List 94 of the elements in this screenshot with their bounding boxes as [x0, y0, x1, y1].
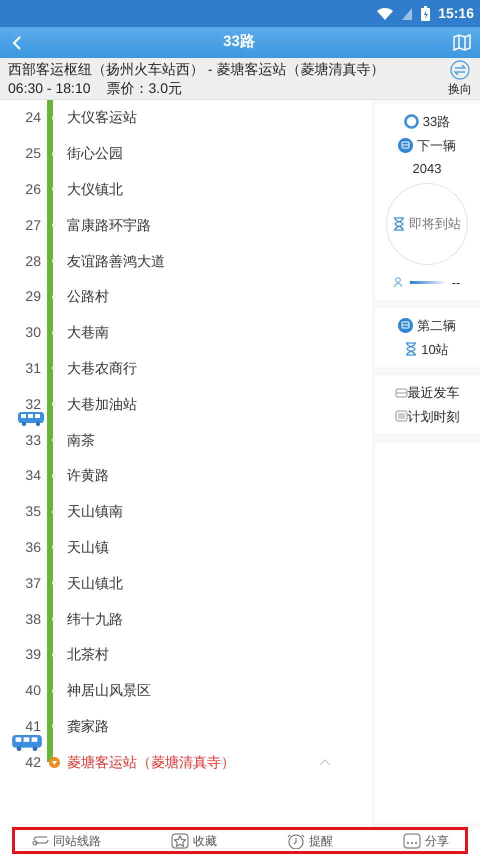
stop-name[interactable]: 纬十九路 [67, 608, 123, 630]
stop-name[interactable]: 街心公园 [67, 143, 123, 164]
stop-number: 42 [24, 752, 41, 772]
stop-dot [52, 402, 56, 406]
bus-plate: 2043 [412, 160, 442, 178]
stop-number: 28 [24, 252, 41, 271]
more-icon [403, 832, 421, 848]
side-link[interactable]: 最近发车 [394, 383, 460, 402]
stop-name[interactable]: 神居山风景区 [67, 680, 151, 702]
star-icon [171, 832, 189, 848]
stop-number: 35 [24, 502, 41, 522]
stop-number: 26 [24, 180, 41, 199]
battery-icon [421, 6, 430, 21]
status-time: 15:16 [438, 4, 474, 23]
stop-dot [52, 294, 56, 299]
clock-icon [287, 832, 305, 848]
stop-dot [52, 187, 56, 192]
stop-number: 25 [24, 144, 41, 164]
stop-number: 29 [24, 287, 41, 306]
swap-icon [450, 60, 470, 80]
crowd-value: -- [452, 274, 460, 292]
stop-number: 41 [24, 716, 41, 736]
stop-number: 27 [24, 216, 41, 235]
stop-dot [52, 223, 56, 228]
route-name: 西部客运枢纽（扬州火车站西） - 菱塘客运站（菱塘清真寺） [8, 60, 386, 78]
screen-title: 33路 [222, 32, 256, 52]
crowd-bar [410, 280, 444, 284]
stop-name[interactable]: 北茶村 [67, 644, 109, 666]
stop-dot [52, 724, 56, 728]
toolbar-button[interactable]: 提醒 [287, 832, 333, 850]
second-bus-label: 第二辆 [417, 317, 456, 335]
stop-name[interactable]: 大仪镇北 [67, 178, 123, 200]
stop-name[interactable]: 富康路环宇路 [67, 214, 151, 236]
hourglass-icon [393, 216, 405, 230]
stop-name[interactable]: 南茶 [67, 430, 95, 451]
stop-name[interactable]: 大巷南 [67, 322, 109, 344]
stop-number: 33 [24, 430, 41, 450]
stop-dot [52, 617, 56, 622]
list-icon [394, 410, 408, 422]
stop-dot [52, 330, 56, 335]
person-icon [394, 277, 402, 288]
stops-away: 10站 [421, 340, 449, 358]
bus-badge-icon [398, 138, 413, 153]
stop-dot [52, 116, 56, 120]
stop-number: 31 [24, 358, 41, 378]
stop-name[interactable]: 大巷加油站 [67, 394, 137, 415]
stop-dot [52, 688, 56, 693]
bus-icon [394, 386, 408, 399]
route-label: 33路 [422, 113, 450, 131]
stop-dot [52, 438, 56, 442]
wifi-icon [377, 6, 394, 20]
caret-up-icon [319, 758, 331, 766]
stop-name[interactable]: 天山镇北 [67, 572, 123, 594]
stop-dot [52, 510, 56, 514]
stop-dot [52, 152, 56, 156]
stop-dot [52, 259, 56, 264]
stop-number: 34 [24, 466, 41, 486]
stop-number: 37 [24, 574, 41, 593]
arrival-status: 即将到站 [409, 214, 461, 233]
stop-name[interactable]: 公路村 [67, 286, 109, 308]
signal-icon [401, 6, 414, 20]
stop-dot [52, 545, 56, 550]
stop-number: 24 [24, 108, 41, 128]
stop-number: 39 [24, 645, 41, 664]
map-icon[interactable] [452, 32, 472, 52]
stop-number: 36 [24, 538, 41, 557]
stop-dot [52, 474, 56, 478]
stop-dot [52, 581, 56, 586]
toolbar-button[interactable]: 收藏 [171, 832, 217, 850]
ring-icon [404, 114, 419, 130]
stop-number: 38 [24, 610, 41, 629]
stop-name[interactable]: 友谊路善鸿大道 [67, 250, 165, 272]
bus-badge-icon [398, 318, 413, 334]
terminal-marker-icon [48, 756, 60, 768]
toolbar-button[interactable]: 分享 [403, 832, 449, 850]
stop-name[interactable]: 天山镇 [67, 536, 109, 558]
reverse-button[interactable]: 换向 [448, 60, 472, 98]
next-bus-label: 下一辆 [417, 136, 456, 154]
stop-dot [52, 366, 56, 370]
stop-name[interactable]: 菱塘客运站（菱塘清真寺） [67, 752, 235, 773]
stop-dot [52, 652, 56, 657]
stop-name[interactable]: 天山镇南 [67, 501, 123, 522]
stop-name[interactable]: 大巷农商行 [67, 358, 137, 379]
service-hours: 06:30 - 18:10 [8, 78, 91, 98]
stop-name[interactable]: 大仪客运站 [67, 107, 137, 128]
fare-text: 票价：3.0元 [106, 78, 182, 98]
side-link[interactable]: 计划时刻 [394, 406, 460, 426]
stop-name[interactable]: 龚家路 [67, 716, 109, 737]
stop-number: 32 [24, 394, 41, 414]
stop-number: 40 [24, 681, 41, 700]
stop-name[interactable]: 许黄路 [67, 465, 109, 486]
toolbar-button[interactable]: 同站线路 [31, 832, 101, 850]
hourglass-icon [405, 342, 418, 356]
stop-number: 30 [24, 323, 41, 342]
